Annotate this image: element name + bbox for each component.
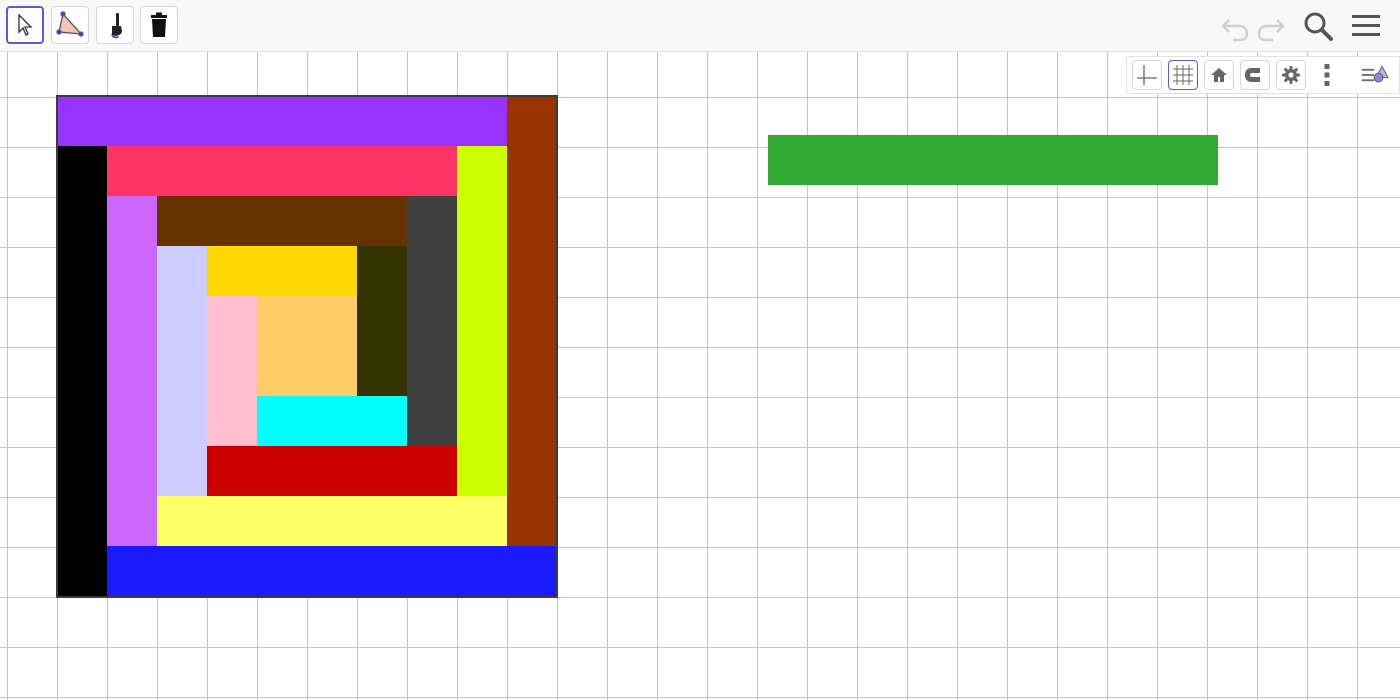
light-orange-square[interactable] (257, 296, 357, 397)
blue-rectangle[interactable] (107, 546, 557, 597)
cyan-rectangle[interactable] (257, 396, 407, 447)
hamburger-menu-icon (1352, 15, 1380, 36)
style-tool-button[interactable] (96, 6, 134, 44)
graphics-view[interactable] (0, 52, 1400, 700)
redo-button[interactable] (1255, 10, 1287, 42)
undo-icon (1221, 19, 1249, 42)
standard-view-button[interactable] (1204, 60, 1234, 90)
pink-red-rectangle[interactable] (107, 146, 457, 197)
redo-icon (1257, 19, 1285, 42)
light-pink-rectangle[interactable] (207, 296, 257, 447)
black-rectangle[interactable] (57, 146, 107, 597)
dark-brown-rectangle[interactable] (157, 196, 407, 247)
toggle-style-bar-button[interactable] (1360, 60, 1390, 90)
settings-button[interactable] (1276, 60, 1306, 90)
toggle-style-bar-icon (1361, 65, 1389, 83)
grid-toggle-button[interactable] (1168, 60, 1198, 90)
search-icon (1304, 12, 1333, 41)
dark-gray-rectangle[interactable] (407, 196, 457, 447)
lavender-rectangle[interactable] (157, 246, 207, 497)
red-rectangle[interactable] (207, 446, 457, 497)
lime-rectangle[interactable] (457, 146, 507, 497)
more-options-button[interactable] (1312, 60, 1342, 90)
olive-dark-rectangle[interactable] (357, 246, 407, 397)
move-tool-button[interactable] (6, 6, 44, 44)
undo-button[interactable] (1219, 10, 1251, 42)
paintbrush-icon (111, 13, 122, 39)
axes-toggle-icon (1137, 65, 1157, 85)
green-rectangle[interactable] (768, 135, 1218, 185)
pointer-arrow-icon (18, 13, 33, 36)
snap-magnet-icon (1245, 68, 1263, 82)
brown-rectangle[interactable] (507, 96, 557, 597)
more-vertical-icon (1324, 64, 1330, 86)
axes-toggle-button[interactable] (1132, 60, 1162, 90)
grid-toggle-icon (1173, 65, 1193, 85)
main-menu-button[interactable] (1350, 10, 1382, 42)
delete-tool-button[interactable] (140, 6, 178, 44)
point-capturing-button[interactable] (1240, 60, 1270, 90)
gold-rectangle[interactable] (207, 246, 357, 297)
polygon-icon (56, 11, 84, 37)
violet-rectangle[interactable] (107, 196, 157, 547)
graphics-style-bar (1126, 56, 1400, 94)
settings-gear-icon (1282, 66, 1300, 84)
search-button[interactable] (1302, 10, 1334, 42)
main-toolbar (0, 0, 1400, 52)
purple-rectangle[interactable] (57, 96, 507, 147)
polygon-tool-button[interactable] (51, 6, 89, 44)
trash-icon (151, 12, 167, 37)
light-yellow-rectangle[interactable] (157, 496, 507, 547)
home-icon (1211, 68, 1227, 82)
